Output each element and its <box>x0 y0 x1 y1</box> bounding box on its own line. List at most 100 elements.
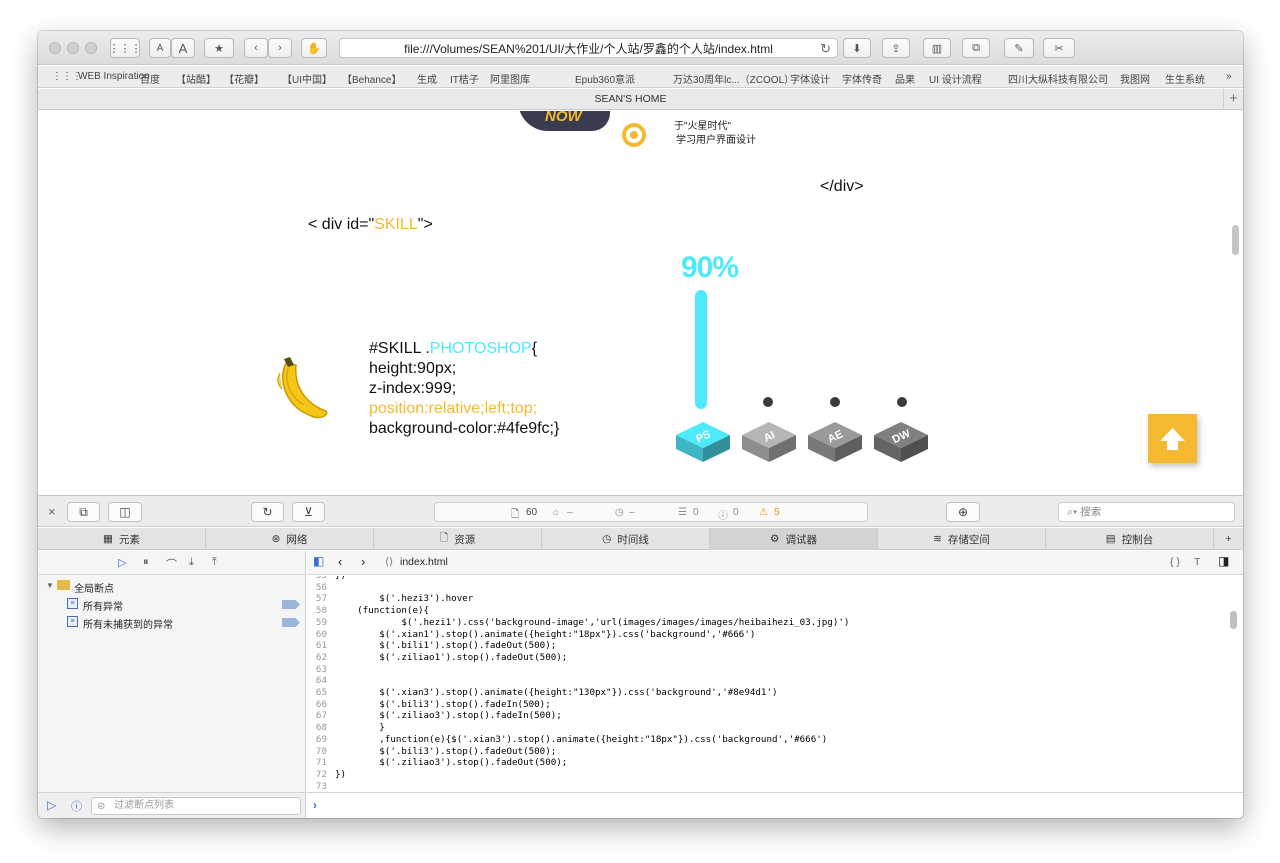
downloads-button[interactable]: ⬇ <box>843 38 871 58</box>
breakpoint-toggle[interactable] <box>282 600 300 609</box>
skill-dot-ai[interactable] <box>763 397 773 407</box>
skill-block-ae[interactable]: AE <box>808 422 862 462</box>
line-number[interactable]: 57 <box>307 593 327 605</box>
step-out-icon[interactable]: ⤒ <box>212 556 217 569</box>
navigator-icon[interactable]: ◧ <box>313 554 324 568</box>
line-number[interactable]: 72 <box>307 769 327 781</box>
filter-breakpoints-input[interactable]: ⊜ 过滤断点列表 <box>91 797 301 815</box>
inspect-button[interactable]: ⊕ <box>946 502 980 522</box>
file-breadcrumb[interactable]: index.html <box>400 556 448 568</box>
tab-elements[interactable]: ▦ 元素 <box>38 528 206 550</box>
skill-dot-ae[interactable] <box>830 397 840 407</box>
reload-icon[interactable]: ↻ <box>820 41 831 57</box>
line-number[interactable]: 66 <box>307 699 327 711</box>
bookmark-item[interactable]: Epub360意派 <box>575 71 635 86</box>
line-number[interactable]: 71 <box>307 757 327 769</box>
line-number[interactable]: 62 <box>307 652 327 664</box>
bookmarks-overflow-icon[interactable]: » <box>1226 71 1232 82</box>
bookmark-item[interactable]: 【Behance】 <box>342 71 401 86</box>
font-larger-button[interactable]: A <box>171 38 195 58</box>
bookmark-item[interactable]: 生成 <box>417 71 437 86</box>
line-number[interactable]: 68 <box>307 722 327 734</box>
edit-button[interactable]: ✎ <box>1004 38 1034 58</box>
pause-icon[interactable]: ⏸ <box>143 556 149 569</box>
skill-block-ai[interactable]: AI <box>742 422 796 462</box>
breakpoint-toggle[interactable] <box>282 618 300 627</box>
line-number[interactable]: 73 <box>307 781 327 792</box>
new-tab-button[interactable]: + <box>1223 89 1243 109</box>
close-window-button[interactable] <box>49 42 61 54</box>
skill-block-dw[interactable]: DW <box>874 422 928 462</box>
top-sites-button[interactable]: ⋮⋮⋮ <box>109 38 142 58</box>
extensions-button[interactable]: ✋ <box>301 38 327 58</box>
line-number[interactable]: 63 <box>307 664 327 676</box>
breakpoint-filter-icon[interactable]: ▷ <box>47 798 56 812</box>
all-exceptions-row[interactable]: ≡ 所有异常 <box>38 596 306 614</box>
bookmark-item[interactable]: 【站酷】 <box>176 71 216 86</box>
code-area[interactable]: 55})5657 $('.hezi3').hover58 (function(e… <box>307 576 1243 792</box>
console-input[interactable]: › <box>307 792 1243 818</box>
close-devtools-icon[interactable]: × <box>48 504 56 519</box>
bookmark-item[interactable]: 字体传奇 <box>842 71 882 86</box>
tabs-overview-button[interactable]: ⧉ <box>962 38 990 58</box>
bookmark-item[interactable]: 阿里图库 <box>490 71 530 86</box>
tab-title[interactable]: SEAN'S HOME <box>38 93 1223 105</box>
bookmark-item[interactable]: 品果 <box>895 71 915 86</box>
details-sidebar-icon[interactable]: ◨ <box>1218 554 1229 568</box>
line-number[interactable]: 65 <box>307 687 327 699</box>
tab-debugger[interactable]: ⚙ 调试器 <box>710 528 878 550</box>
line-number[interactable]: 59 <box>307 617 327 629</box>
page-scrollbar[interactable] <box>1232 225 1239 255</box>
bookmark-item[interactable]: 万达30周年lc...（ZCOOL） <box>673 71 794 86</box>
tab-console[interactable]: ▤ 控制台 <box>1046 528 1214 550</box>
line-number[interactable]: 64 <box>307 675 327 687</box>
bookmark-item[interactable]: WEB Inspiration <box>78 71 150 82</box>
line-number[interactable]: 60 <box>307 629 327 641</box>
download-archive-button[interactable]: ⊻ <box>292 502 325 522</box>
bookmark-item[interactable]: 字体设计 <box>790 71 830 86</box>
sidebar-button[interactable]: ▥ <box>923 38 951 58</box>
minimize-window-button[interactable] <box>67 42 79 54</box>
bookmark-item[interactable]: 百度 <box>140 71 160 86</box>
line-number[interactable]: 70 <box>307 746 327 758</box>
line-number[interactable]: 56 <box>307 582 327 594</box>
split-button[interactable]: ◫ <box>108 502 142 522</box>
step-over-icon[interactable]: ⌒ <box>166 556 177 572</box>
forward-button[interactable]: › <box>268 38 292 58</box>
type-icon[interactable]: T <box>1194 556 1200 568</box>
line-number[interactable]: 67 <box>307 710 327 722</box>
share-button[interactable]: ⇪ <box>882 38 910 58</box>
global-breakpoints-row[interactable]: ▼ 全局断点 <box>38 578 306 596</box>
zoom-window-button[interactable] <box>85 42 97 54</box>
tab-network[interactable]: ⊛ 网络 <box>206 528 374 550</box>
back-button[interactable]: ‹ <box>244 38 268 58</box>
skill-dot-dw[interactable] <box>897 397 907 407</box>
breakpoints-toggle-icon[interactable]: ▷ <box>118 556 126 569</box>
reload-page-button[interactable]: ↻ <box>251 502 284 522</box>
bookmarks-button[interactable]: ★ <box>204 38 234 58</box>
tab-timeline[interactable]: ◷ 时间线 <box>542 528 710 550</box>
bookmark-item[interactable]: 生生系统 <box>1165 71 1205 86</box>
font-smaller-button[interactable]: A <box>149 38 171 58</box>
line-number[interactable]: 69 <box>307 734 327 746</box>
tab-storage[interactable]: ≋ 存储空间 <box>878 528 1046 550</box>
chevron-right-icon[interactable]: › <box>361 554 365 569</box>
step-into-icon[interactable]: ⤓ <box>189 556 194 569</box>
line-number[interactable]: 58 <box>307 605 327 617</box>
editor-scrollbar[interactable] <box>1230 611 1237 629</box>
dock-button[interactable]: ⧉ <box>67 502 100 522</box>
pretty-print-icon[interactable]: { } <box>1170 556 1180 568</box>
bookmark-item[interactable]: 【UI中国】 <box>282 71 332 86</box>
devtools-search-input[interactable]: ⌕▾ 搜索 <box>1058 502 1235 522</box>
snip-button[interactable]: ✂ <box>1043 38 1075 58</box>
scroll-to-top-button[interactable] <box>1148 414 1197 463</box>
bookmark-item[interactable]: IT桔子 <box>450 71 479 86</box>
uncaught-exceptions-row[interactable]: ≡ 所有未捕获到的异常 <box>38 614 306 632</box>
bookmark-item[interactable]: 我图网 <box>1120 71 1150 86</box>
bookmark-item[interactable]: UI 设计流程 <box>929 71 982 86</box>
info-icon[interactable]: ⓘ <box>71 798 82 814</box>
tab-resources[interactable]: 🗋 资源 <box>374 528 542 550</box>
address-bar[interactable]: file:///Volumes/SEAN%201/UI/大作业/个人站/罗鑫的个… <box>339 38 838 58</box>
bookmark-item[interactable]: 【花瓣】 <box>224 71 264 86</box>
new-tab-plus-icon[interactable]: + <box>1214 528 1243 550</box>
